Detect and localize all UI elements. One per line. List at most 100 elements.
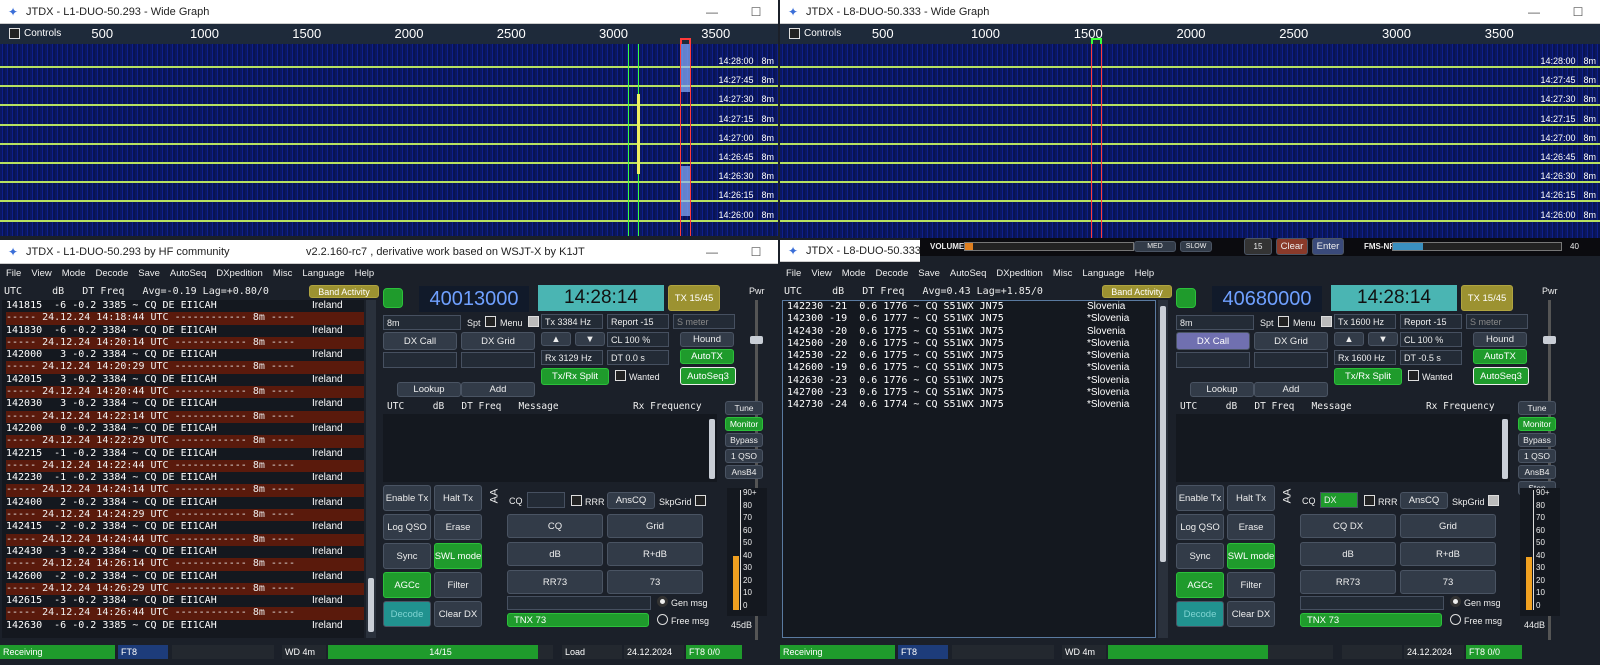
list-item[interactable]: ----- 24.12.24 14:22:14 UTC ------------… <box>6 410 364 423</box>
smeter-input[interactable]: S meter <box>1466 314 1528 329</box>
med-button[interactable]: MED <box>1134 241 1176 252</box>
menu-item-language[interactable]: Language <box>302 268 344 279</box>
side-button-tune[interactable]: Tune <box>725 401 763 415</box>
list-item[interactable]: ----- 24.12.24 14:20:29 UTC ------------… <box>6 361 364 374</box>
menu-item-file[interactable]: File <box>6 268 21 279</box>
sync-button[interactable]: Sync <box>383 543 431 569</box>
right-wide-graph-titlebar[interactable]: ✦ JTDX - L8-DUO-50.333 - Wide Graph — ☐ <box>780 0 1600 24</box>
side-button-monitor[interactable]: Monitor <box>725 417 763 431</box>
list-item[interactable]: 142630 -23 0.6 1776 ~ CQ S51WX JN75 *Slov… <box>787 375 1155 387</box>
report-spinbox[interactable]: Report -15 <box>607 314 669 329</box>
right-main-titlebar[interactable]: ✦ JTDX - L8-DUO-50.333 by H <box>780 240 920 262</box>
band-activity-button[interactable]: Band Activity <box>309 285 379 298</box>
rx-table-scrollbar[interactable] <box>709 419 715 479</box>
dx-call-input[interactable] <box>1176 352 1250 368</box>
list-item[interactable]: ----- 24.12.24 14:26:14 UTC ------------… <box>6 558 364 571</box>
message-input[interactable] <box>1300 596 1444 610</box>
controls-checkbox[interactable]: Controls <box>9 28 61 39</box>
list-item[interactable]: ----- 24.12.24 14:24:44 UTC ------------… <box>6 533 364 546</box>
hound-button[interactable]: Hound <box>1473 332 1527 347</box>
waterfall-display[interactable] <box>0 44 778 236</box>
list-item[interactable]: 142600 -19 0.6 1775 ~ CQ S51WX JN75 *Slov… <box>787 362 1155 374</box>
minimize-icon[interactable]: — <box>690 245 734 259</box>
list-item[interactable]: ----- 24.12.24 14:24:29 UTC ------------… <box>6 509 364 522</box>
list-item[interactable]: 141815 -6 -0.2 3385 ~ CQ DE EI1CAH Irelan… <box>6 300 364 312</box>
skpgrid-checkbox[interactable] <box>695 495 706 509</box>
list-item[interactable]: ----- 24.12.24 14:22:29 UTC ------------… <box>6 435 364 448</box>
macro-button[interactable]: RR73 <box>1300 570 1396 594</box>
menu-item-file[interactable]: File <box>786 268 801 279</box>
menu-item-autoseq[interactable]: AutoSeq <box>950 268 986 279</box>
tx-period-button[interactable]: TX 15/45 <box>668 285 720 311</box>
menu-item-misc[interactable]: Misc <box>273 268 293 279</box>
power-slider-handle[interactable] <box>750 336 763 344</box>
power-indicator[interactable] <box>383 288 403 308</box>
spt-checkbox[interactable] <box>485 316 496 330</box>
enable-tx-button[interactable]: Enable Tx <box>383 485 431 511</box>
macro-button[interactable]: RR73 <box>507 570 603 594</box>
dt-spinbox[interactable]: DT -0.5 s <box>1400 350 1462 365</box>
message-input[interactable] <box>507 596 651 610</box>
enable-tx-button[interactable]: Enable Tx <box>1176 485 1224 511</box>
band-select[interactable]: 8m <box>1176 315 1254 330</box>
list-item[interactable]: 142215 -1 -0.2 3384 ~ CQ DE EI1CAH Irelan… <box>6 448 364 460</box>
list-item[interactable]: ----- 24.12.24 14:18:44 UTC ------------… <box>6 312 364 325</box>
menu-item-decode[interactable]: Decode <box>876 268 909 279</box>
menu-item-misc[interactable]: Misc <box>1053 268 1073 279</box>
rx-table-scrollbar[interactable] <box>1502 419 1508 479</box>
menu-item-mode[interactable]: Mode <box>62 268 86 279</box>
free-msg-radio[interactable] <box>1450 614 1461 625</box>
left-wide-graph-titlebar[interactable]: ✦ JTDX - L1-DUO-50.293 - Wide Graph — ☐ <box>0 0 778 24</box>
tx-down-button[interactable]: ▼ <box>1368 332 1398 346</box>
decode-scrollbar[interactable] <box>366 300 376 638</box>
rrr-checkbox[interactable] <box>1364 495 1375 509</box>
rx-frequency-spinbox[interactable]: Rx 3129 Hz <box>541 350 603 365</box>
volume-slider[interactable] <box>964 242 1134 251</box>
menu-item-save[interactable]: Save <box>918 268 940 279</box>
cq-input[interactable] <box>527 492 565 508</box>
band-activity-list[interactable]: 141815 -6 -0.2 3385 ~ CQ DE EI1CAH Irelan… <box>2 300 364 638</box>
list-item[interactable]: ----- 24.12.24 14:20:44 UTC ------------… <box>6 386 364 399</box>
log-qso-button[interactable]: Log QSO <box>1176 514 1224 540</box>
maximize-icon[interactable]: ☐ <box>1556 5 1600 19</box>
right-waterfall[interactable]: Controls 500 1000 1500 2000 2500 3000 3500 14:… <box>780 24 1600 238</box>
dx-grid-input[interactable] <box>461 352 535 368</box>
fms-nr-slider[interactable] <box>1392 242 1562 251</box>
agcc-button[interactable]: AGCc <box>1176 572 1224 598</box>
macro-button[interactable]: R+dB <box>1400 542 1496 566</box>
scrollbar-thumb[interactable] <box>709 419 715 479</box>
macro-button[interactable]: dB <box>1300 542 1396 566</box>
enter-button[interactable]: Enter <box>1312 238 1344 255</box>
menu-item-decode[interactable]: Decode <box>96 268 129 279</box>
menu-item-view[interactable]: View <box>31 268 51 279</box>
power-slider-handle[interactable] <box>1543 336 1556 344</box>
list-item[interactable]: 142430 -20 0.6 1775 ~ CQ S51WX JN75 Slove… <box>787 326 1155 338</box>
slow-button[interactable]: SLOW <box>1180 241 1212 252</box>
free-msg-radio[interactable] <box>657 614 668 625</box>
anscq-button[interactable]: AnsCQ <box>1400 492 1448 509</box>
list-item[interactable]: 142430 -3 -0.2 3384 ~ CQ DE EI1CAH Irelan… <box>6 546 364 558</box>
side-button-bypass[interactable]: Bypass <box>1518 433 1556 447</box>
add-button[interactable]: Add <box>1254 382 1328 397</box>
anscq-button[interactable]: AnsCQ <box>607 492 655 509</box>
menu-item-mode[interactable]: Mode <box>842 268 866 279</box>
rx-frequency-spinbox[interactable]: Rx 1600 Hz <box>1334 350 1396 365</box>
lookup-button[interactable]: Lookup <box>1190 382 1254 397</box>
decode-button[interactable]: Decode <box>1176 601 1224 627</box>
spt-checkbox[interactable] <box>1278 316 1289 330</box>
list-item[interactable]: 142600 -2 -0.2 3384 ~ CQ DE EI1CAH Irelan… <box>6 571 364 583</box>
dx-call-button[interactable]: DX Call <box>1176 332 1250 350</box>
decode-scrollbar[interactable] <box>1158 300 1168 638</box>
rrr-checkbox[interactable] <box>571 495 582 509</box>
list-item[interactable]: 142030 3 -0.2 3384 ~ CQ DE EI1CAH Ireland <box>6 398 364 410</box>
free-msg-combo[interactable]: TNX 73 <box>1300 613 1442 627</box>
autotx-button[interactable]: AutoTX <box>680 349 734 364</box>
left-main-titlebar[interactable]: ✦ JTDX - L1-DUO-50.293 by HF community v… <box>0 240 778 264</box>
band-select[interactable]: 8m <box>383 315 461 330</box>
left-waterfall[interactable]: Controls 500 1000 1500 2000 2500 3000 3500 14:… <box>0 24 778 236</box>
maximize-icon[interactable]: ☐ <box>734 245 778 259</box>
menu-checkbox[interactable] <box>1321 316 1332 330</box>
filter-button[interactable]: Filter <box>434 572 482 598</box>
list-item[interactable]: 142630 -6 -0.2 3385 ~ CQ DE EI1CAH Irelan… <box>6 620 364 632</box>
log-qso-button[interactable]: Log QSO <box>383 514 431 540</box>
